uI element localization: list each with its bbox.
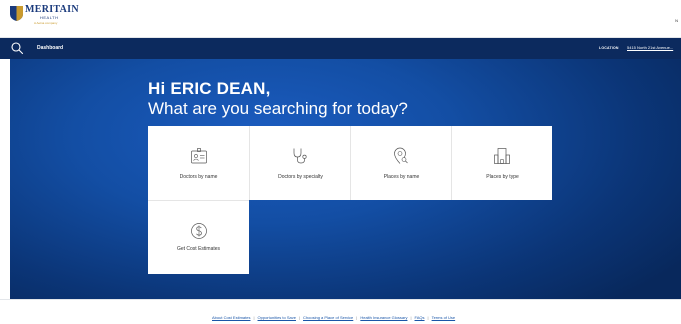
building-icon [494,148,510,164]
footer-link-health-insurance-glossary[interactable]: Health Insurance Glossary [360,315,407,320]
nav-bar: Dashboard LOCATION 5415 North 21st Avenu… [0,38,681,59]
search-prompt: What are you searching for today? [148,99,408,118]
id-badge-icon [190,148,207,164]
tile-label: Get Cost Estimates [176,246,221,252]
footer-separator: | [410,315,412,320]
shield-logo-icon [10,6,23,21]
footer-separator: | [298,315,301,320]
location-link[interactable]: 5415 North 21st Avenue... [627,45,673,50]
nav-dashboard[interactable]: Dashboard [37,45,63,51]
footer-separator: | [253,315,255,320]
search-button[interactable] [10,41,24,55]
tile-doctors-by-specialty[interactable]: Doctors by specialty [249,126,350,200]
footer: About Cost Estimates | Opportunities to Sa… [0,299,681,324]
tile-get-cost-estimates[interactable]: Get Cost Estimates [148,200,249,274]
tile-label: Places by name [383,174,420,180]
location-label: LOCATION [599,46,619,50]
top-header: MERITAIN HEALTH A Aetna company N [0,0,681,38]
footer-link-about-cost-estimates[interactable]: About Cost Estimates [212,315,250,320]
tile-label: Places by type [486,174,519,180]
dollar-circle-icon [190,223,207,239]
footer-separator: | [356,315,358,320]
footer-link-terms-of-use[interactable]: Terms of Use [432,315,456,320]
greeting-heading: Hi ERIC DEAN, [148,79,271,98]
footer-link-choosing-place-of-service[interactable]: Choosing a Place of Service [303,315,353,320]
location-search-icon [394,147,408,164]
tile-doctors-by-name[interactable]: Doctors by name [148,126,249,200]
tile-label: Doctors by specialty [278,174,323,180]
logo-tagline: A Aetna company [34,21,58,25]
meritain-logo[interactable]: MERITAIN HEALTH A Aetna company [10,4,90,34]
search-icon [11,42,24,55]
tile-places-by-type[interactable]: Places by type [451,126,552,200]
footer-links: About Cost Estimates | Opportunities to Sa… [212,315,455,320]
footer-separator: | [427,315,429,320]
footer-link-opportunities-to-save[interactable]: Opportunities to Save [258,315,296,320]
logo-wordmark: MERITAIN [25,4,79,15]
tile-places-by-name[interactable]: Places by name [350,126,451,200]
footer-link-faqs[interactable]: FAQs [415,315,425,320]
stethoscope-icon [293,148,307,164]
tile-label: Doctors by name [179,174,218,180]
logo-subtext: HEALTH [40,15,59,20]
user-menu[interactable]: N [675,18,678,23]
